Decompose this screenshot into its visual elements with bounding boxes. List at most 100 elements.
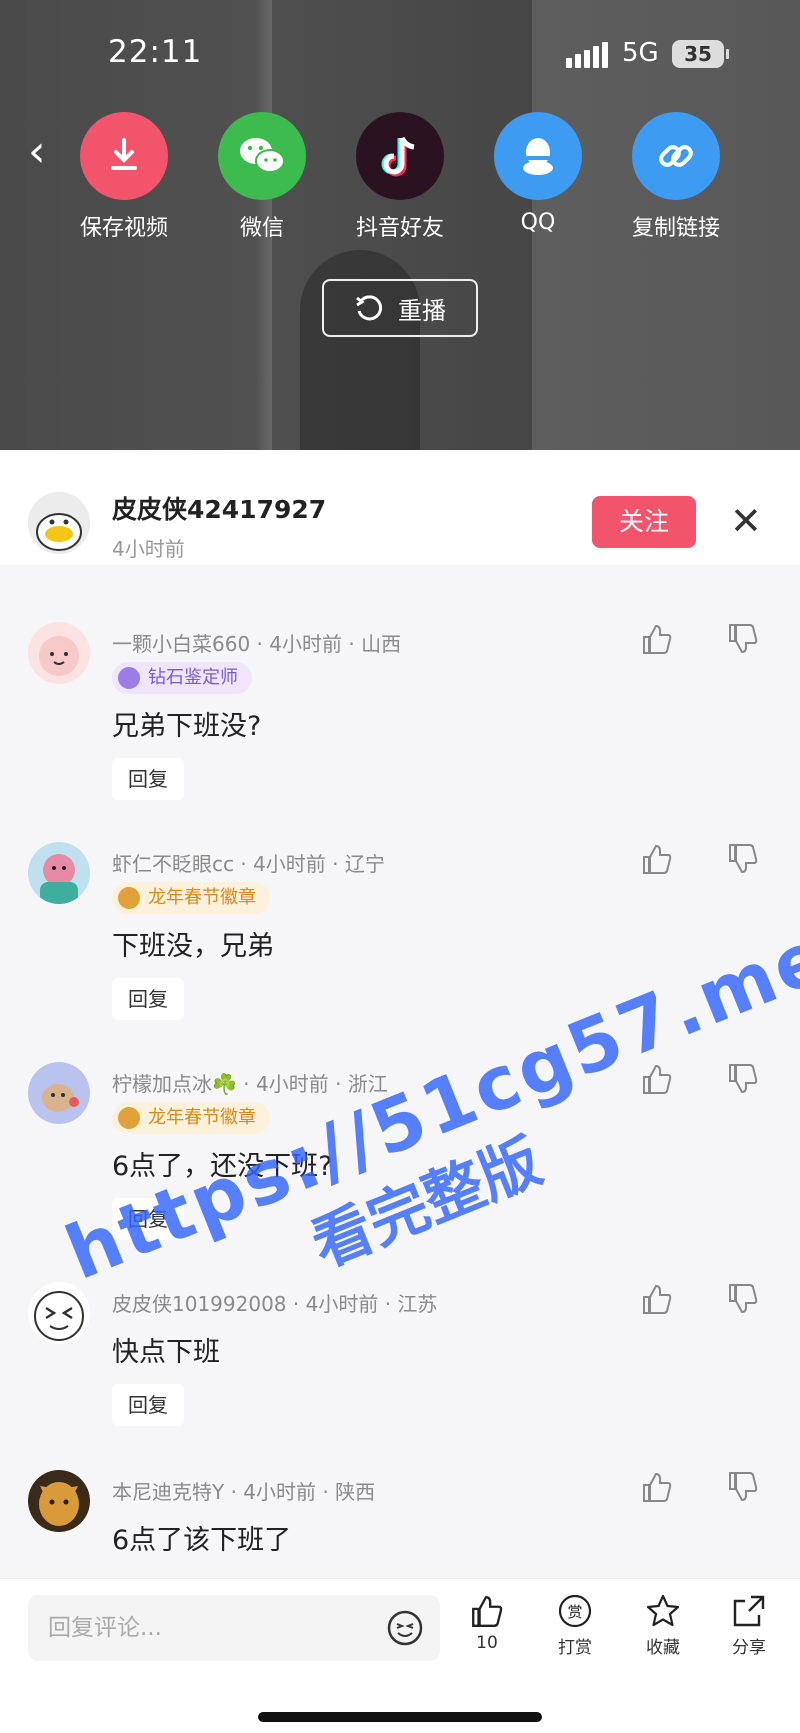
reply-button[interactable]: 回复 xyxy=(112,758,184,800)
user-badge: 钻石鉴定师 xyxy=(112,662,252,694)
badge-label: 龙年春节徽章 xyxy=(148,1107,256,1128)
link-icon xyxy=(632,112,720,200)
comment-region: 山西 xyxy=(361,632,402,656)
comment-user[interactable]: 本尼迪克特Y xyxy=(112,1480,224,1504)
status-time: 22:11 xyxy=(108,34,203,70)
thumbs-up-icon[interactable] xyxy=(640,1282,674,1316)
favorite-action[interactable]: 收藏 xyxy=(628,1593,698,1658)
emoji-icon[interactable] xyxy=(386,1609,424,1647)
comment-region: 江苏 xyxy=(397,1292,438,1316)
share-wechat-label: 微信 xyxy=(239,216,284,241)
bottom-action-bar: 10 赏 打赏 收藏 分享 xyxy=(0,1578,800,1733)
network-label: 5G xyxy=(622,38,659,68)
dragon-badge-icon xyxy=(118,887,140,909)
share-qq-label: QQ xyxy=(520,210,556,235)
qq-icon xyxy=(494,112,582,200)
comment-user[interactable]: 虾仁不眨眼cc xyxy=(112,852,234,876)
reply-button[interactable]: 回复 xyxy=(112,978,184,1020)
comment-time: 4小时前 xyxy=(269,632,342,656)
reply-button[interactable]: 回复 xyxy=(112,1384,184,1426)
thumbs-up-icon[interactable] xyxy=(640,842,674,876)
diamond-badge-icon xyxy=(118,667,140,689)
comment-region: 浙江 xyxy=(347,1072,388,1096)
share-tiktok-friend-label: 抖音好友 xyxy=(355,216,444,241)
commenter-avatar[interactable] xyxy=(28,842,90,904)
comment-meta: 柠檬加点冰☘️ · 4小时前 · 浙江 xyxy=(112,1072,388,1096)
close-icon[interactable]: ✕ xyxy=(730,502,762,540)
thumbs-down-icon[interactable] xyxy=(726,622,760,656)
reward-action[interactable]: 赏 打赏 xyxy=(540,1593,610,1658)
thumbs-down-icon[interactable] xyxy=(726,1062,760,1096)
share-copy-link-label: 复制链接 xyxy=(631,216,720,241)
commenter-avatar[interactable] xyxy=(28,1470,90,1532)
share-qq[interactable]: QQ xyxy=(478,112,598,235)
user-badge: 龙年春节徽章 xyxy=(112,1102,270,1134)
signal-icon xyxy=(566,42,608,68)
back-icon[interactable]: ‹ xyxy=(28,130,46,174)
comment-text: 快点下班 xyxy=(112,1337,220,1368)
star-icon xyxy=(646,1594,680,1627)
commenter-avatar[interactable] xyxy=(28,1062,90,1124)
reply-button[interactable]: 回复 xyxy=(112,1198,184,1240)
comment-time: 4小时前 xyxy=(243,1480,317,1504)
replay-label: 重播 xyxy=(398,296,446,325)
thumbs-down-icon[interactable] xyxy=(726,1470,760,1504)
comment-text: 下班没，兄弟 xyxy=(112,931,274,962)
share-tiktok-friend[interactable]: 抖音好友 xyxy=(340,112,460,242)
favorite-label: 收藏 xyxy=(646,1638,680,1658)
follow-button[interactable]: 关注 xyxy=(592,496,696,548)
author-avatar[interactable] xyxy=(28,492,90,554)
share-label: 分享 xyxy=(732,1638,766,1658)
thumbs-down-icon[interactable] xyxy=(726,1282,760,1316)
comment-time: 4小时前 xyxy=(255,1072,329,1096)
comment-user[interactable]: 一颗小白菜660 xyxy=(112,632,250,656)
comment-text: 兄弟下班没? xyxy=(112,711,262,742)
comment-region: 陕西 xyxy=(335,1480,376,1504)
share-icon xyxy=(733,1595,765,1627)
wechat-icon xyxy=(218,112,306,200)
download-icon xyxy=(80,112,168,200)
dragon-badge-icon xyxy=(118,1107,140,1129)
share-wechat[interactable]: 微信 xyxy=(202,112,322,242)
thumbs-down-icon[interactable] xyxy=(726,842,760,876)
video-area[interactable]: 22:11 5G 35 ‹ 保存视频 微信 抖音好友 QQ 复制链接 重播 xyxy=(0,0,800,450)
commenter-avatar[interactable] xyxy=(28,1282,90,1344)
comment-meta: 皮皮侠101992008 · 4小时前 · 江苏 xyxy=(112,1292,438,1316)
author-name[interactable]: 皮皮侠42417927 xyxy=(112,490,326,526)
comment-meta: 本尼迪克特Y · 4小时前 · 陕西 xyxy=(112,1480,376,1504)
thumbs-up-icon[interactable] xyxy=(640,1062,674,1096)
like-action[interactable]: 10 xyxy=(452,1593,522,1653)
commenter-avatar[interactable] xyxy=(28,622,90,684)
badge-label: 龙年春节徽章 xyxy=(148,887,256,908)
user-badge: 龙年春节徽章 xyxy=(112,882,270,914)
share-save-video[interactable]: 保存视频 xyxy=(64,112,184,242)
reward-icon: 赏 xyxy=(558,1594,592,1628)
author-header: 皮皮侠42417927 4小时前 关注 ✕ xyxy=(0,450,800,565)
share-action[interactable]: 分享 xyxy=(714,1593,784,1658)
comment-region: 辽宁 xyxy=(344,852,385,876)
comment-time: 4小时前 xyxy=(253,852,326,876)
reply-input-box[interactable] xyxy=(28,1595,440,1661)
comment-text: 6点了，还没下班? xyxy=(112,1151,333,1182)
home-indicator xyxy=(258,1712,542,1722)
author-time: 4小时前 xyxy=(112,537,185,561)
svg-text:赏: 赏 xyxy=(567,1603,582,1621)
comment-user[interactable]: 柠檬加点冰☘️ xyxy=(112,1072,237,1096)
battery-icon: 35 xyxy=(672,40,729,68)
tiktok-icon xyxy=(356,112,444,200)
thumbs-up-icon[interactable] xyxy=(640,622,674,656)
comment-meta: 一颗小白菜660 · 4小时前 · 山西 xyxy=(112,632,402,656)
comment-time: 4小时前 xyxy=(305,1292,379,1316)
reward-label: 打赏 xyxy=(558,1638,592,1658)
comment-user[interactable]: 皮皮侠101992008 xyxy=(112,1292,287,1316)
comment-text: 6点了该下班了 xyxy=(112,1525,292,1556)
replay-icon xyxy=(356,295,383,321)
reply-input[interactable] xyxy=(28,1595,358,1661)
share-save-video-label: 保存视频 xyxy=(79,216,168,241)
thumbs-up-icon[interactable] xyxy=(640,1470,674,1504)
like-count: 10 xyxy=(476,1633,498,1653)
comment-meta: 虾仁不眨眼cc · 4小时前 · 辽宁 xyxy=(112,852,385,876)
replay-button[interactable]: 重播 xyxy=(322,279,478,337)
thumbs-up-icon xyxy=(472,1596,503,1627)
share-copy-link[interactable]: 复制链接 xyxy=(616,112,736,242)
